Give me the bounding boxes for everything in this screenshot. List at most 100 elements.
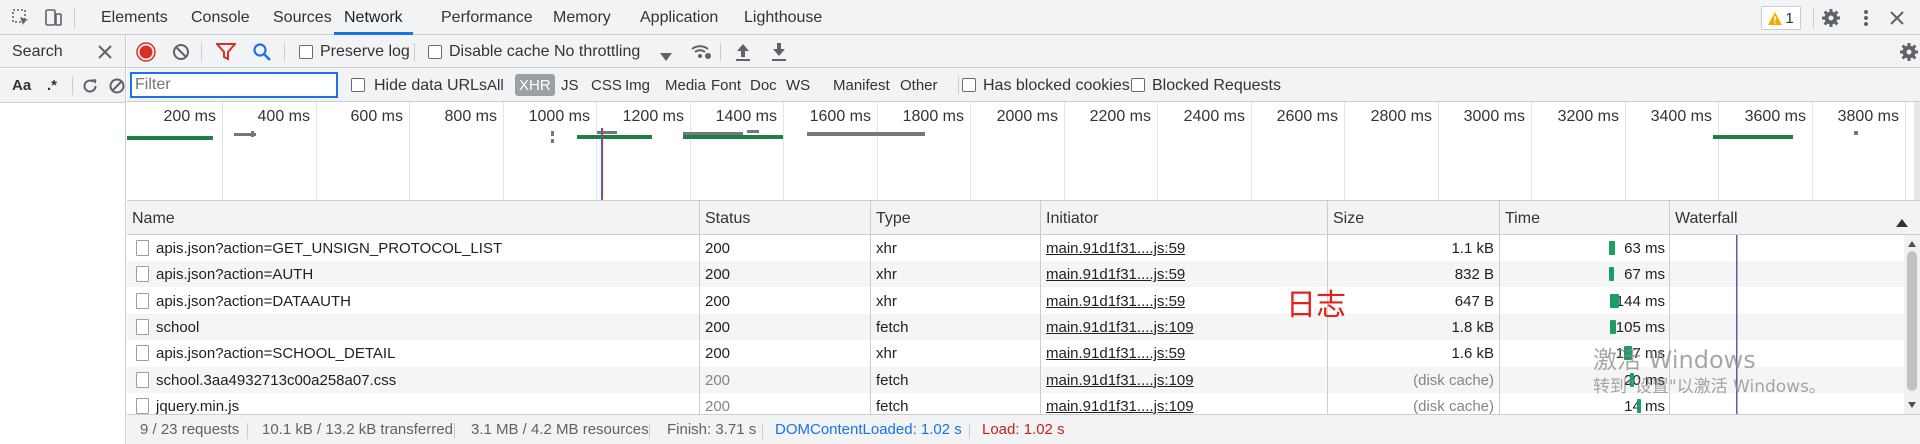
device-toolbar-icon[interactable] <box>42 7 64 29</box>
refresh-search-icon[interactable] <box>81 77 99 95</box>
tab-performance[interactable]: Performance <box>441 0 533 35</box>
resources-size: 3.1 MB / 4.2 MB resources <box>471 421 649 438</box>
request-name[interactable]: school.3aa4932713c00a258a07.css <box>156 367 694 393</box>
close-search-icon[interactable] <box>97 44 113 60</box>
tab-console[interactable]: Console <box>191 0 250 35</box>
request-initiator-link[interactable]: main.91d1f31....js:59 <box>1046 340 1185 366</box>
type-filter-js[interactable]: JS <box>561 74 579 96</box>
table-row[interactable]: apis.json?action=AUTH 200 xhr main.91d1f31.… <box>127 261 1920 288</box>
tab-elements[interactable]: Elements <box>101 0 168 35</box>
search-icon[interactable] <box>252 42 272 62</box>
table-row[interactable]: apis.json?action=GET_UNSIGN_PROTOCOL_LIS… <box>127 235 1920 261</box>
request-type: xhr <box>876 292 897 310</box>
overview-tick-label: 2200 ms <box>1089 108 1151 125</box>
settings-gear-icon[interactable] <box>1820 7 1842 29</box>
inspect-element-icon[interactable] <box>10 7 32 29</box>
column-header-initiator[interactable]: Initiator <box>1041 201 1098 235</box>
type-filter-manifest[interactable]: Manifest <box>833 74 890 96</box>
type-filter-all[interactable]: All <box>487 74 504 96</box>
throttling-select[interactable]: No throttling <box>554 35 640 69</box>
scrollbar-thumb[interactable] <box>1907 251 1917 391</box>
regex-button[interactable]: .* <box>47 69 57 103</box>
chevron-down-icon[interactable] <box>660 48 672 61</box>
clear-log-icon[interactable] <box>172 43 190 61</box>
request-name[interactable]: apis.json?action=SCHOOL_DETAIL <box>156 340 694 366</box>
table-scrollbar[interactable] <box>1904 235 1920 414</box>
record-button[interactable] <box>136 42 156 62</box>
type-filter-font[interactable]: Font <box>711 74 741 96</box>
network-conditions-icon[interactable] <box>690 41 712 61</box>
request-name[interactable]: apis.json?action=GET_UNSIGN_PROTOCOL_LIS… <box>156 235 694 261</box>
close-devtools-icon[interactable] <box>1886 7 1908 29</box>
type-filter-ws[interactable]: WS <box>786 74 810 96</box>
request-name[interactable]: school <box>156 314 694 340</box>
column-header-time[interactable]: Time <box>1500 201 1540 235</box>
overview-tick-label: 1200 ms <box>622 108 684 125</box>
tab-memory[interactable]: Memory <box>553 0 611 35</box>
overview-scroll-edge <box>1914 102 1920 200</box>
blocked-requests-checkbox[interactable] <box>1131 78 1145 92</box>
column-header-status[interactable]: Status <box>700 201 750 235</box>
table-row[interactable]: school 200 fetch main.91d1f31....js:109 1.8 … <box>127 313 1920 340</box>
table-row[interactable]: apis.json?action=DATAAUTH 200 xhr main.91d1… <box>127 288 1920 314</box>
disable-cache-checkbox[interactable] <box>428 45 442 59</box>
request-name[interactable]: jquery.min.js <box>156 393 694 414</box>
request-initiator-link[interactable]: main.91d1f31....js:59 <box>1046 288 1185 314</box>
request-initiator-link[interactable]: main.91d1f31....js:109 <box>1046 314 1194 340</box>
scroll-down-icon[interactable] <box>1908 402 1916 408</box>
blocked-requests-label: Blocked Requests <box>1152 77 1281 94</box>
export-har-icon[interactable] <box>771 42 787 62</box>
network-overview-timeline[interactable]: 200 ms 400 ms 600 ms 800 ms 1000 ms 1200 ms 14… <box>127 102 1920 201</box>
tab-lighthouse[interactable]: Lighthouse <box>744 0 822 35</box>
column-header-type[interactable]: Type <box>871 201 911 235</box>
tab-sources[interactable]: Sources <box>273 0 332 35</box>
transferred-size: 10.1 kB / 13.2 kB transferred <box>262 421 453 438</box>
request-size: 1.6 kB <box>1451 345 1494 363</box>
column-header-size[interactable]: Size <box>1328 201 1364 235</box>
request-type: fetch <box>876 397 909 414</box>
has-blocked-cookies-label: Has blocked cookies <box>983 77 1130 94</box>
type-filter-doc[interactable]: Doc <box>750 74 777 96</box>
type-filter-img[interactable]: Img <box>625 74 650 96</box>
file-icon <box>136 292 149 309</box>
column-header-name[interactable]: Name <box>127 201 175 235</box>
overview-tick-label: 3000 ms <box>1463 108 1525 125</box>
has-blocked-cookies-checkbox[interactable] <box>962 78 976 92</box>
match-case-button[interactable]: Aa <box>12 69 31 103</box>
warning-badge[interactable]: 1 <box>1761 6 1801 30</box>
column-header-waterfall[interactable]: Waterfall <box>1670 201 1738 235</box>
type-filter-other[interactable]: Other <box>900 74 938 96</box>
request-initiator-link[interactable]: main.91d1f31....js:59 <box>1046 261 1185 287</box>
sort-up-icon[interactable] <box>1896 214 1908 227</box>
warning-count: 1 <box>1785 9 1794 27</box>
more-options-icon[interactable] <box>1855 7 1877 29</box>
tab-application[interactable]: Application <box>640 0 718 35</box>
finish-time: Finish: 3.71 s <box>667 421 757 438</box>
request-name[interactable]: apis.json?action=DATAAUTH <box>156 288 694 314</box>
network-status-bar: 9 / 23 requests 10.1 kB / 13.2 kB transf… <box>127 414 1920 444</box>
preserve-log-checkbox[interactable] <box>299 45 313 59</box>
scroll-up-icon[interactable] <box>1908 241 1916 247</box>
network-settings-gear-icon[interactable] <box>1899 42 1919 62</box>
tab-network[interactable]: Network <box>334 0 413 35</box>
request-status: 200 <box>705 266 731 284</box>
overview-gridline <box>1905 102 1906 200</box>
request-time: 63 ms <box>1624 240 1665 257</box>
clear-search-icon[interactable] <box>108 77 126 95</box>
overview-request-bar <box>683 132 743 135</box>
type-filter-xhr[interactable]: XHR <box>515 74 555 96</box>
import-har-icon[interactable] <box>735 42 751 62</box>
hide-data-urls-checkbox[interactable] <box>351 78 365 92</box>
search-panel-header: Search <box>0 35 125 68</box>
overview-request-bar <box>807 132 925 136</box>
type-filter-media[interactable]: Media <box>665 74 706 96</box>
type-filter-css[interactable]: CSS <box>591 74 622 96</box>
overview-tick-label: 400 ms <box>257 108 310 125</box>
request-initiator-link[interactable]: main.91d1f31....js:109 <box>1046 393 1194 414</box>
filter-funnel-icon[interactable] <box>214 43 238 61</box>
request-initiator-link[interactable]: main.91d1f31....js:59 <box>1046 235 1185 261</box>
overview-tick-label: 3800 ms <box>1837 108 1899 125</box>
filter-input[interactable] <box>130 72 338 98</box>
request-name[interactable]: apis.json?action=AUTH <box>156 261 694 287</box>
request-initiator-link[interactable]: main.91d1f31....js:109 <box>1046 367 1194 393</box>
